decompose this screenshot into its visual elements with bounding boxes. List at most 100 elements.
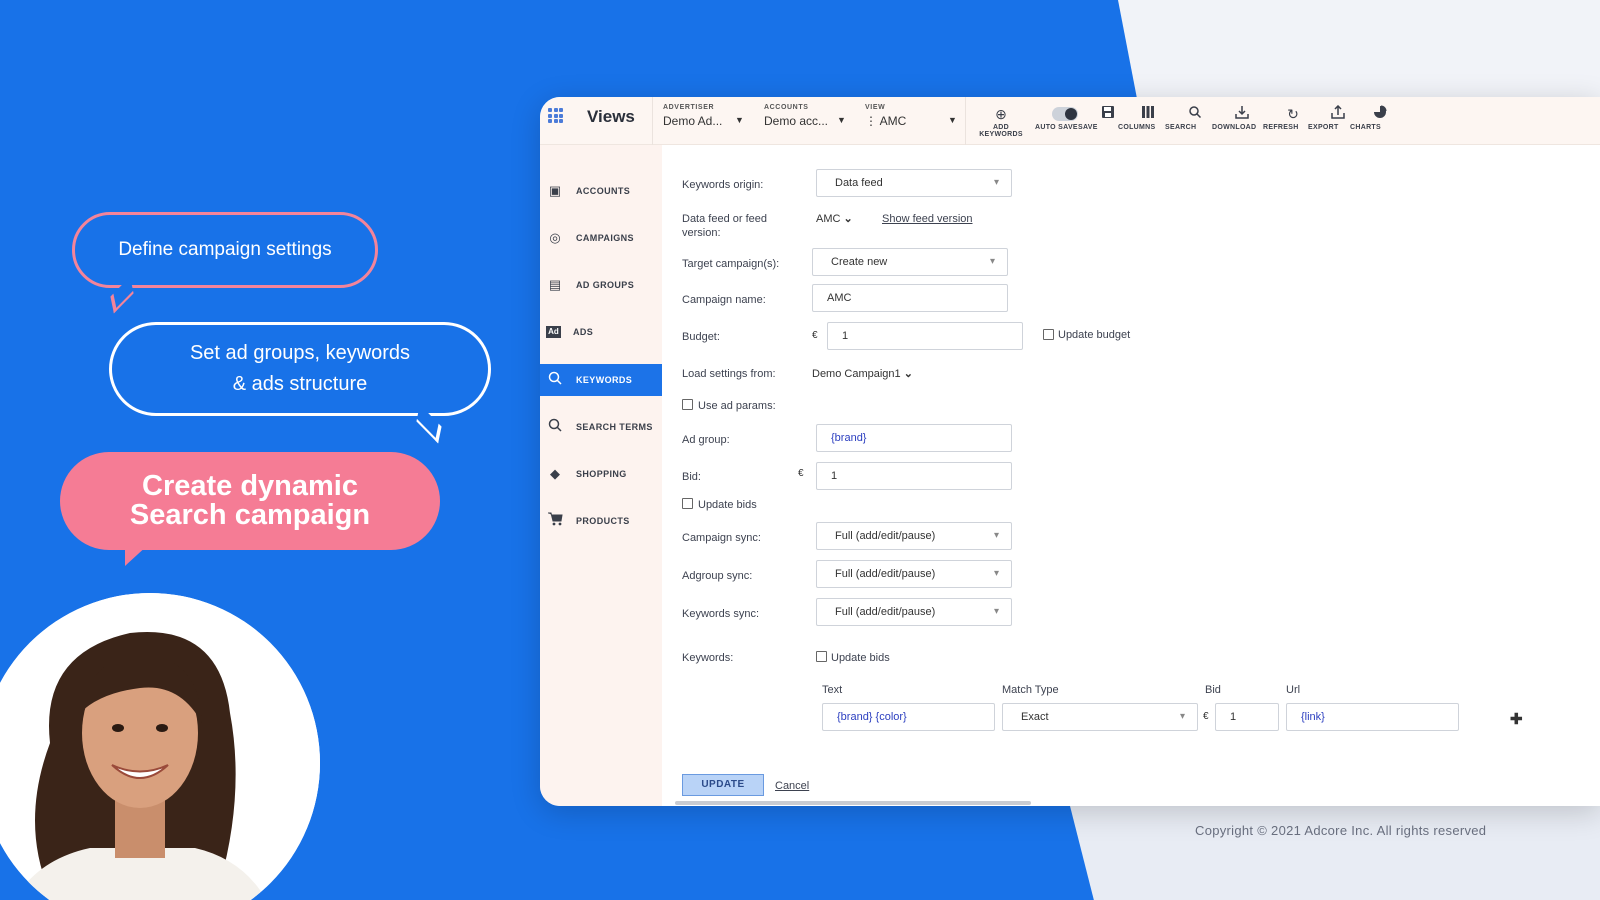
callout-structure-line1: Set ad groups, keywords bbox=[189, 342, 411, 364]
ad-icon: Ad bbox=[546, 326, 561, 338]
add-circle-icon: ⊕ bbox=[995, 106, 1007, 122]
divider bbox=[652, 97, 653, 145]
keywords-origin-select[interactable]: Data feed bbox=[816, 169, 1012, 197]
sidebar-item-products[interactable]: PRODUCTS bbox=[540, 505, 662, 537]
columns-label: COLUMNS bbox=[1118, 124, 1156, 131]
use-ad-params-checkbox[interactable] bbox=[682, 399, 693, 410]
stack-icon: ▤ bbox=[548, 277, 562, 292]
show-feed-version-link[interactable]: Show feed version bbox=[882, 213, 973, 225]
sidebar-item-campaigns[interactable]: ◎ CAMPAIGNS bbox=[540, 222, 662, 254]
sidebar-item-ads[interactable]: Ad ADS bbox=[540, 316, 662, 348]
add-row-icon[interactable]: ✚ bbox=[1510, 710, 1523, 728]
sidebar-item-accounts[interactable]: ▣ ACCOUNTS bbox=[540, 175, 662, 207]
keyword-url-input[interactable]: {link} bbox=[1286, 703, 1459, 731]
update-button[interactable]: UPDATE bbox=[682, 774, 764, 796]
advertiser-label: ADVERTISER bbox=[663, 104, 715, 111]
keywords-label: Keywords: bbox=[682, 652, 734, 664]
column-header-text: Text bbox=[822, 684, 843, 696]
chevron-down-icon[interactable]: ▼ bbox=[837, 115, 846, 125]
refresh-label: REFRESH bbox=[1263, 124, 1299, 131]
campaign-sync-label: Campaign sync: bbox=[682, 532, 761, 544]
cart-icon bbox=[546, 512, 564, 530]
top-toolbar: Views ADVERTISER Demo Ad... ▼ ACCOUNTS D… bbox=[540, 97, 1600, 145]
save-label: SAVE bbox=[1078, 124, 1098, 131]
apps-grid-icon[interactable] bbox=[548, 108, 563, 123]
chevron-down-icon[interactable]: ▼ bbox=[735, 115, 744, 125]
keyword-match-type-select[interactable]: Exact bbox=[1002, 703, 1198, 731]
search-terms-icon bbox=[546, 418, 564, 436]
chevron-down-icon: ⌄ bbox=[843, 213, 853, 225]
cancel-link[interactable]: Cancel bbox=[775, 780, 809, 792]
bid-currency: € bbox=[798, 468, 804, 479]
keyword-bid-input[interactable]: 1 bbox=[1215, 703, 1279, 731]
update-bids-label: Update bids bbox=[698, 499, 757, 511]
load-settings-dropdown[interactable]: Demo Campaign1 ⌄ bbox=[812, 367, 913, 380]
sidebar-item-label: ACCOUNTS bbox=[576, 186, 631, 196]
sidebar-item-label: SHOPPING bbox=[576, 469, 627, 479]
campaign-form: Keywords origin: Data feed Data feed or … bbox=[662, 145, 1600, 806]
chevron-down-icon[interactable]: ▼ bbox=[948, 115, 957, 125]
budget-label: Budget: bbox=[682, 331, 720, 343]
sidebar-item-ad-groups[interactable]: ▤ AD GROUPS bbox=[540, 269, 662, 301]
sidebar-item-keywords[interactable]: KEYWORDS bbox=[540, 364, 662, 396]
callout-create-campaign: Create dynamic Search campaign bbox=[60, 452, 440, 550]
use-ad-params-label: Use ad params: bbox=[698, 400, 776, 412]
bid-input[interactable]: 1 bbox=[816, 462, 1012, 490]
add-keywords-label: ADD KEYWORDS bbox=[979, 124, 1023, 138]
callout-define-settings-text: Define campaign settings bbox=[118, 239, 332, 260]
accounts-label: ACCOUNTS bbox=[764, 104, 809, 111]
keyword-bid-currency: € bbox=[1203, 711, 1209, 722]
tag-icon: ◆ bbox=[550, 466, 560, 481]
callout-structure-line2: & ads structure bbox=[232, 373, 368, 395]
update-budget-checkbox[interactable] bbox=[1043, 329, 1054, 340]
target-campaigns-select[interactable]: Create new bbox=[812, 248, 1008, 276]
campaign-sync-select[interactable]: Full (add/edit/pause) bbox=[816, 522, 1012, 550]
keywords-sync-label: Keywords sync: bbox=[682, 608, 760, 620]
campaign-name-input[interactable]: AMC bbox=[812, 284, 1008, 312]
budget-input[interactable]: 1 bbox=[827, 322, 1023, 350]
column-header-bid: Bid bbox=[1205, 684, 1221, 696]
charts-button[interactable]: CHARTS bbox=[1350, 105, 1410, 131]
export-label: EXPORT bbox=[1308, 124, 1339, 131]
view-label: VIEW bbox=[865, 104, 886, 111]
download-label: DOWNLOAD bbox=[1212, 124, 1257, 131]
keywords-origin-label: Keywords origin: bbox=[682, 179, 764, 191]
divider bbox=[965, 97, 966, 145]
update-bids-checkbox[interactable] bbox=[682, 498, 693, 509]
keyword-text-input[interactable]: {brand} {color} bbox=[822, 703, 995, 731]
target-icon: ◎ bbox=[549, 230, 561, 245]
column-header-url: Url bbox=[1286, 684, 1301, 696]
keywords-sync-select[interactable]: Full (add/edit/pause) bbox=[816, 598, 1012, 626]
update-budget-label: Update budget bbox=[1058, 329, 1131, 341]
sidebar: ▣ ACCOUNTS ◎ CAMPAIGNS ▤ AD GROUPS Ad AD… bbox=[540, 145, 662, 806]
campaign-name-label: Campaign name: bbox=[682, 294, 766, 306]
copyright-text: Copyright © 2021 Adcore Inc. All rights … bbox=[1195, 823, 1487, 838]
sidebar-item-label: SEARCH TERMS bbox=[576, 422, 653, 432]
view-selector[interactable]: VIEW ⋮ AMC bbox=[865, 104, 955, 128]
feed-version-label-line2: version: bbox=[682, 227, 721, 239]
ad-group-input[interactable]: {brand} bbox=[816, 424, 1012, 452]
adgroup-sync-label: Adgroup sync: bbox=[682, 570, 753, 582]
sidebar-item-shopping[interactable]: ◆ SHOPPING bbox=[540, 458, 662, 490]
callout-create-line2: Search campaign bbox=[129, 499, 371, 531]
feed-version-dropdown[interactable]: AMC ⌄ bbox=[816, 212, 853, 225]
chevron-down-icon: ⌄ bbox=[903, 368, 913, 380]
callout-tail bbox=[125, 544, 149, 566]
presenter-photo bbox=[0, 593, 320, 900]
budget-currency: € bbox=[812, 330, 818, 341]
load-settings-label: Load settings from: bbox=[682, 368, 776, 380]
feed-version-label-line1: Data feed or feed bbox=[682, 213, 768, 225]
sidebar-item-search-terms[interactable]: SEARCH TERMS bbox=[540, 411, 662, 443]
horizontal-scrollbar[interactable] bbox=[675, 801, 1031, 805]
view-value: ⋮ AMC bbox=[865, 114, 907, 128]
adgroup-sync-select[interactable]: Full (add/edit/pause) bbox=[816, 560, 1012, 588]
sidebar-item-label: KEYWORDS bbox=[576, 375, 633, 385]
sidebar-item-label: CAMPAIGNS bbox=[576, 233, 634, 243]
sidebar-item-label: PRODUCTS bbox=[576, 516, 630, 526]
app-window: Views ADVERTISER Demo Ad... ▼ ACCOUNTS D… bbox=[540, 97, 1600, 806]
pie-chart-icon bbox=[1350, 105, 1410, 123]
person-illustration bbox=[0, 593, 320, 900]
add-keywords-button[interactable]: ⊕ ADD KEYWORDS bbox=[971, 105, 1031, 138]
keywords-update-bids-checkbox[interactable] bbox=[816, 651, 827, 662]
auto-save-label: AUTO SAVE bbox=[1035, 124, 1078, 131]
